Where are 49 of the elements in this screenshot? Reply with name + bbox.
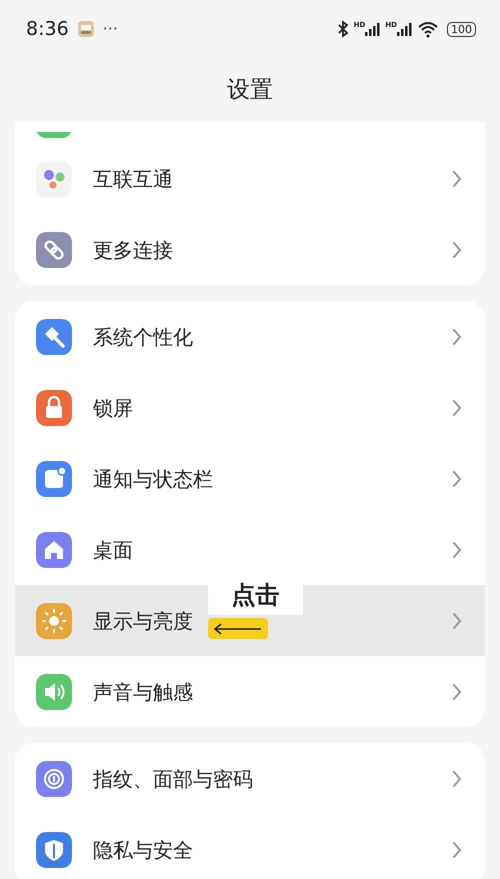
settings-row[interactable]: 互联互通: [15, 143, 485, 214]
chevron-icon: [451, 610, 463, 630]
arrow-icon: [213, 622, 263, 634]
chevron-icon: [451, 840, 463, 860]
chevron-icon: [451, 540, 463, 560]
chevron-icon: [451, 240, 463, 260]
chevron-icon: [451, 682, 463, 702]
signal-icon: [365, 22, 382, 36]
notification-icon: [36, 460, 72, 496]
settings-row[interactable]: 锁屏: [15, 372, 485, 443]
settings-row[interactable]: 隐私与安全: [15, 814, 485, 879]
item-label: 显示与亮度: [93, 608, 193, 634]
chevron-icon: [451, 468, 463, 488]
dots-icon: [36, 160, 72, 196]
app-icon: [36, 132, 72, 138]
item-label: 锁屏: [93, 394, 133, 422]
battery-level: 100: [447, 22, 476, 36]
bluetooth-icon: [336, 20, 350, 38]
app-notification-icon: [76, 20, 95, 38]
home-icon: [36, 532, 72, 568]
chevron-icon: [451, 326, 463, 346]
fingerprint-icon: [36, 760, 72, 796]
wifi-icon: [417, 20, 439, 38]
chevron-icon: [451, 398, 463, 418]
more-notifications: ···: [102, 18, 118, 40]
lock-icon: [36, 390, 72, 426]
item-label: 隐私与安全: [93, 836, 193, 864]
clock-time: 8:36: [26, 16, 69, 42]
brush-icon: [36, 318, 72, 354]
sun-icon: [36, 602, 72, 638]
item-label: 更多连接: [93, 236, 173, 264]
chevron-icon: [451, 768, 463, 788]
speaker-icon: [36, 674, 72, 710]
settings-row[interactable]: 声音与触感: [15, 656, 485, 727]
signal-icon: [397, 22, 413, 36]
link-icon: [36, 232, 72, 268]
shield-icon: [36, 832, 72, 868]
item-label: 系统个性化: [93, 324, 193, 350]
settings-row[interactable]: 更多连接: [15, 214, 485, 285]
page-title: 设置: [226, 76, 274, 105]
item-label: 互联互通: [93, 166, 173, 192]
settings-row[interactable]: 指纹、面部与密码: [15, 743, 485, 814]
chevron-icon: [451, 168, 463, 188]
item-label: 指纹、面部与密码: [93, 766, 253, 792]
item-label: 通知与状态栏: [93, 466, 213, 492]
item-label: 桌面: [93, 536, 133, 564]
settings-row[interactable]: 通知与状态栏: [15, 443, 485, 514]
item-label: 声音与触感: [93, 678, 193, 706]
settings-row[interactable]: 系统个性化: [15, 301, 485, 372]
